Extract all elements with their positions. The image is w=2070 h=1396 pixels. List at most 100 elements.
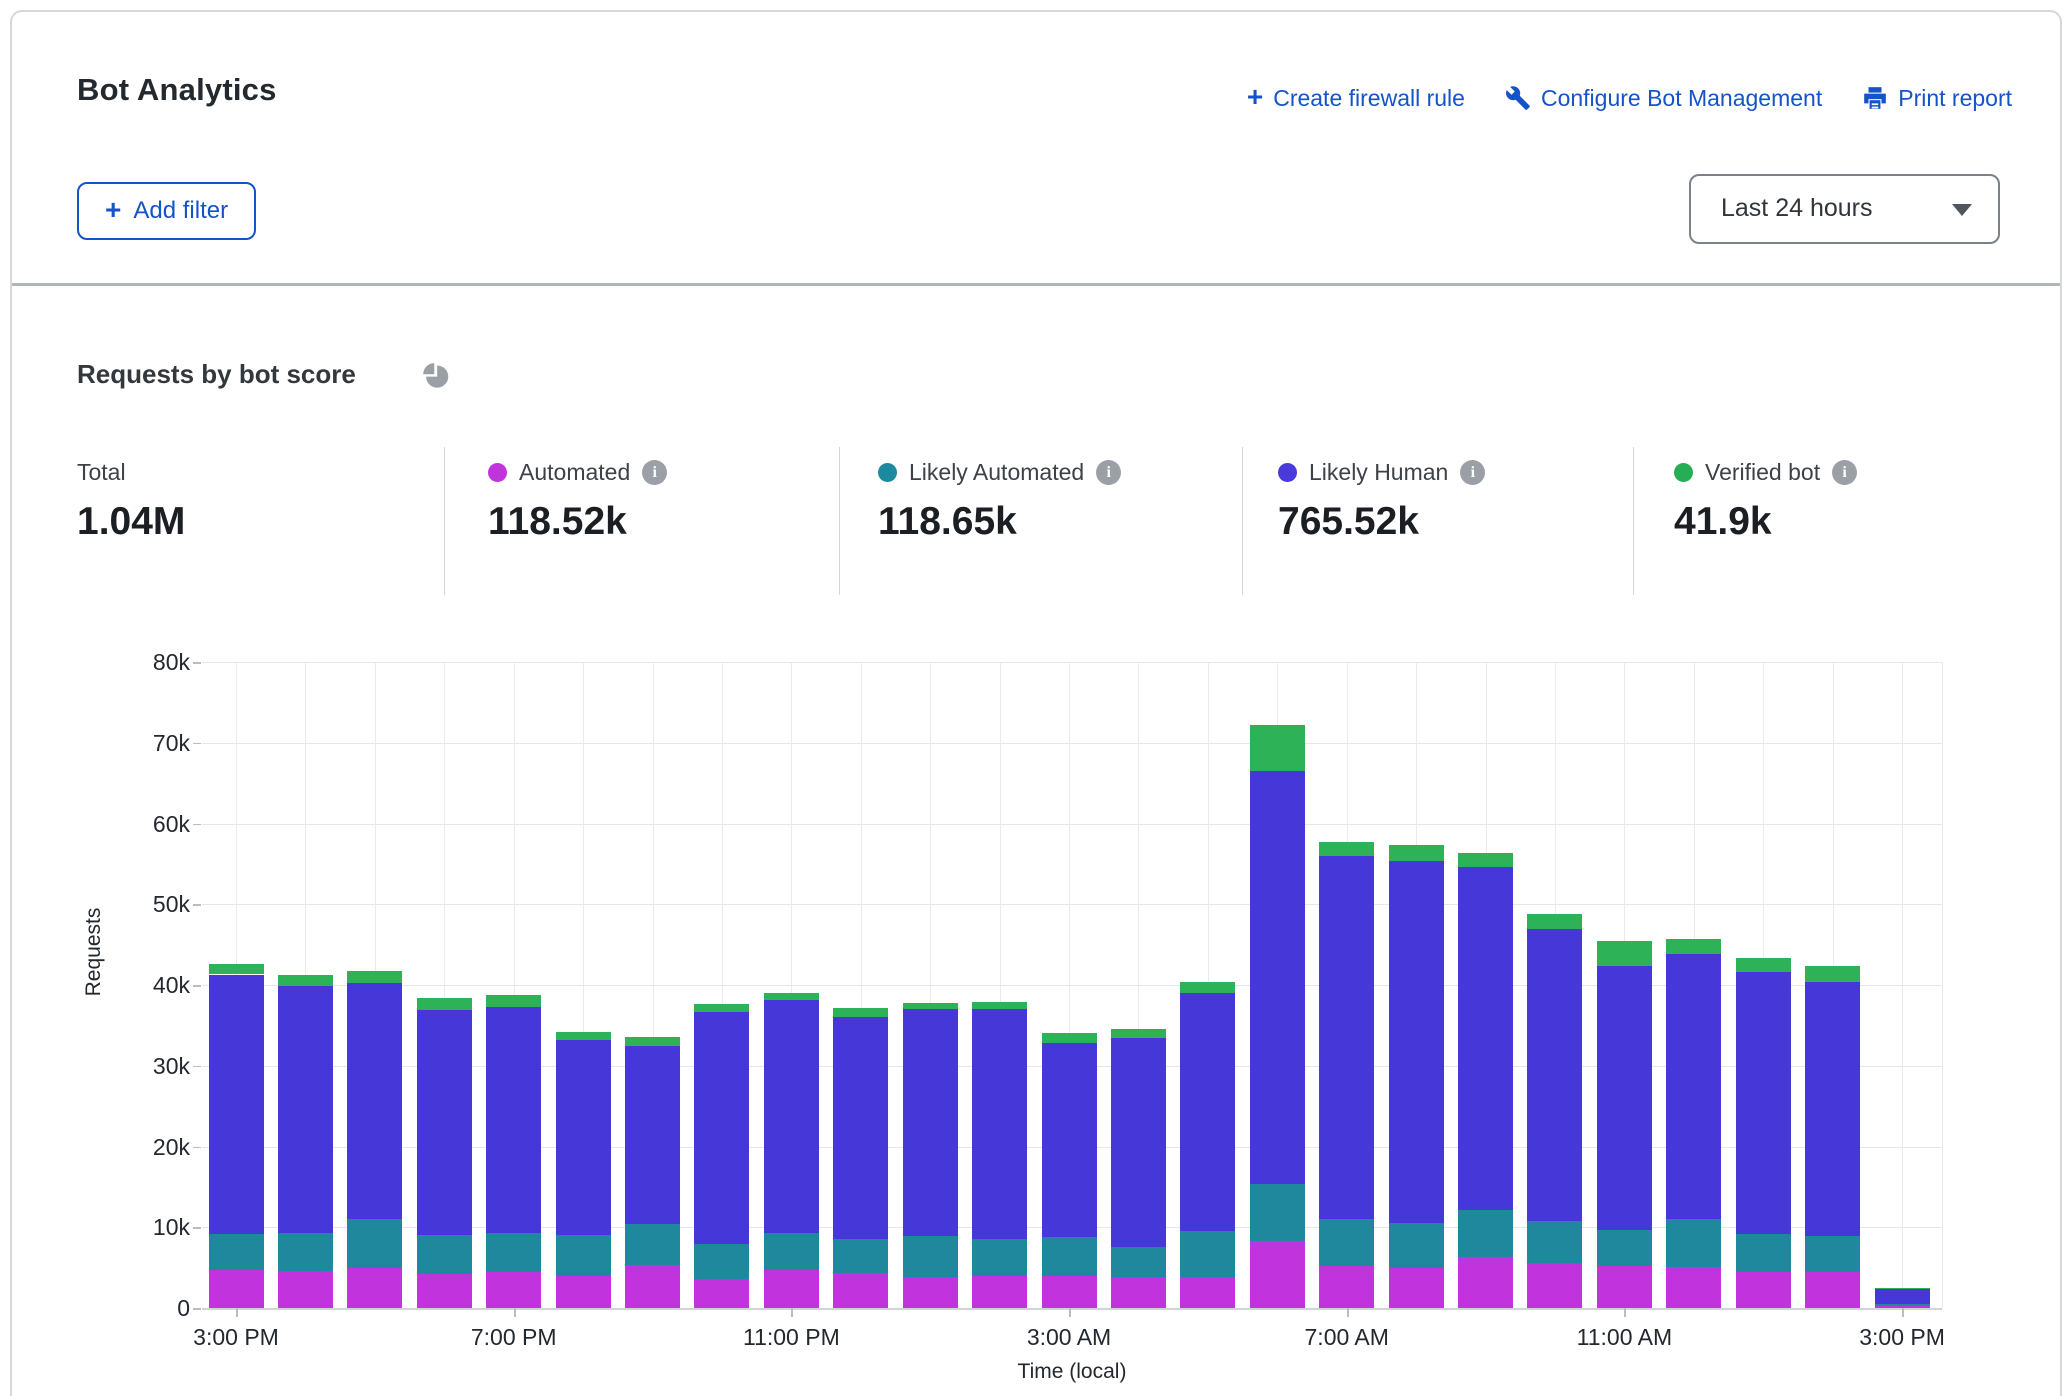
- info-icon[interactable]: i: [1832, 460, 1857, 485]
- bar-segment[interactable]: [1111, 1277, 1166, 1308]
- bar-segment[interactable]: [556, 1032, 611, 1040]
- bar-segment[interactable]: [556, 1040, 611, 1235]
- bar-segment[interactable]: [1180, 993, 1235, 1231]
- bar-segment[interactable]: [1597, 1266, 1652, 1308]
- bar-segment[interactable]: [764, 1270, 819, 1308]
- bar-segment[interactable]: [764, 1233, 819, 1270]
- bar-segment[interactable]: [1875, 1289, 1930, 1304]
- bar-segment[interactable]: [833, 1273, 888, 1308]
- bar-segment[interactable]: [1527, 914, 1582, 929]
- bar-segment[interactable]: [1250, 1184, 1305, 1241]
- bar-segment[interactable]: [347, 1219, 402, 1267]
- bar-segment[interactable]: [1875, 1288, 1930, 1290]
- bar-segment[interactable]: [694, 1004, 749, 1012]
- bar-segment[interactable]: [1666, 1219, 1721, 1267]
- bar-segment[interactable]: [417, 1274, 472, 1308]
- bar-segment[interactable]: [625, 1224, 680, 1265]
- bar-segment[interactable]: [833, 1017, 888, 1238]
- bar-segment[interactable]: [347, 983, 402, 1219]
- bar-segment[interactable]: [1389, 845, 1444, 861]
- bar-segment[interactable]: [1805, 966, 1860, 981]
- bar-segment[interactable]: [1666, 954, 1721, 1219]
- bar-segment[interactable]: [1042, 1043, 1097, 1237]
- bar-segment[interactable]: [417, 1010, 472, 1235]
- bar-segment[interactable]: [625, 1265, 680, 1308]
- bar-segment[interactable]: [1042, 1276, 1097, 1308]
- bar-segment[interactable]: [1805, 1272, 1860, 1308]
- bar-segment[interactable]: [486, 1007, 541, 1233]
- bar-segment[interactable]: [1805, 1236, 1860, 1272]
- bar-segment[interactable]: [1527, 929, 1582, 1221]
- bar-segment[interactable]: [1666, 1267, 1721, 1308]
- bar-segment[interactable]: [625, 1037, 680, 1045]
- bar-segment[interactable]: [1875, 1304, 1930, 1306]
- bar-segment[interactable]: [1597, 941, 1652, 966]
- bar-segment[interactable]: [694, 1279, 749, 1308]
- bar-segment[interactable]: [972, 1002, 1027, 1009]
- bar-segment[interactable]: [1319, 1219, 1374, 1266]
- bar-segment[interactable]: [209, 1234, 264, 1270]
- bar-segment[interactable]: [1458, 867, 1513, 1210]
- bar-segment[interactable]: [764, 1000, 819, 1233]
- bar-segment[interactable]: [1458, 853, 1513, 868]
- bar-segment[interactable]: [1736, 972, 1791, 1234]
- bar-segment[interactable]: [1111, 1247, 1166, 1278]
- bar-segment[interactable]: [694, 1244, 749, 1279]
- bar-segment[interactable]: [903, 1277, 958, 1308]
- bar-segment[interactable]: [1250, 1241, 1305, 1308]
- bar-segment[interactable]: [209, 964, 264, 974]
- bar-segment[interactable]: [1389, 1223, 1444, 1267]
- bar-segment[interactable]: [278, 1271, 333, 1308]
- bar-segment[interactable]: [833, 1239, 888, 1274]
- bar-segment[interactable]: [417, 1235, 472, 1274]
- bar-segment[interactable]: [278, 975, 333, 985]
- bar-segment[interactable]: [486, 1272, 541, 1308]
- bar-segment[interactable]: [486, 1233, 541, 1272]
- bar-segment[interactable]: [1805, 982, 1860, 1236]
- bar-segment[interactable]: [1736, 1272, 1791, 1308]
- bar-segment[interactable]: [1736, 958, 1791, 973]
- bar-segment[interactable]: [1597, 966, 1652, 1230]
- info-icon[interactable]: i: [1096, 460, 1121, 485]
- bar-segment[interactable]: [1111, 1038, 1166, 1246]
- bar-segment[interactable]: [278, 986, 333, 1233]
- add-filter-button[interactable]: + Add filter: [77, 182, 256, 240]
- bar-segment[interactable]: [1042, 1033, 1097, 1043]
- bar-segment[interactable]: [1180, 1231, 1235, 1276]
- bar-segment[interactable]: [347, 971, 402, 983]
- print-report-link[interactable]: Print report: [1862, 85, 2012, 112]
- bar-segment[interactable]: [1250, 771, 1305, 1184]
- bar-segment[interactable]: [625, 1046, 680, 1224]
- info-icon[interactable]: i: [642, 460, 667, 485]
- bar-segment[interactable]: [764, 993, 819, 999]
- bar-segment[interactable]: [556, 1276, 611, 1308]
- bar-segment[interactable]: [972, 1276, 1027, 1308]
- bar-segment[interactable]: [1527, 1221, 1582, 1263]
- bar-segment[interactable]: [1458, 1257, 1513, 1308]
- bar-segment[interactable]: [694, 1012, 749, 1244]
- bar-segment[interactable]: [1527, 1263, 1582, 1308]
- bar-segment[interactable]: [556, 1235, 611, 1275]
- bar-segment[interactable]: [972, 1239, 1027, 1275]
- bar-segment[interactable]: [1389, 861, 1444, 1223]
- bar-segment[interactable]: [1597, 1230, 1652, 1266]
- bar-segment[interactable]: [1736, 1234, 1791, 1273]
- bar-segment[interactable]: [1042, 1237, 1097, 1276]
- configure-bot-management-link[interactable]: Configure Bot Management: [1505, 85, 1822, 112]
- bar-segment[interactable]: [347, 1268, 402, 1308]
- bar-segment[interactable]: [1458, 1210, 1513, 1257]
- create-firewall-rule-link[interactable]: + Create firewall rule: [1247, 84, 1465, 112]
- bar-segment[interactable]: [278, 1233, 333, 1271]
- bar-segment[interactable]: [209, 975, 264, 1234]
- bar-segment[interactable]: [903, 1003, 958, 1009]
- bar-segment[interactable]: [1180, 1277, 1235, 1308]
- bar-segment[interactable]: [417, 998, 472, 1010]
- bar-segment[interactable]: [903, 1009, 958, 1236]
- bar-segment[interactable]: [1319, 842, 1374, 856]
- bar-segment[interactable]: [1180, 982, 1235, 993]
- bar-segment[interactable]: [903, 1236, 958, 1276]
- info-icon[interactable]: i: [1460, 460, 1485, 485]
- bar-segment[interactable]: [1666, 939, 1721, 954]
- bar-segment[interactable]: [1111, 1029, 1166, 1039]
- time-range-dropdown[interactable]: Last 24 hours: [1689, 174, 2000, 244]
